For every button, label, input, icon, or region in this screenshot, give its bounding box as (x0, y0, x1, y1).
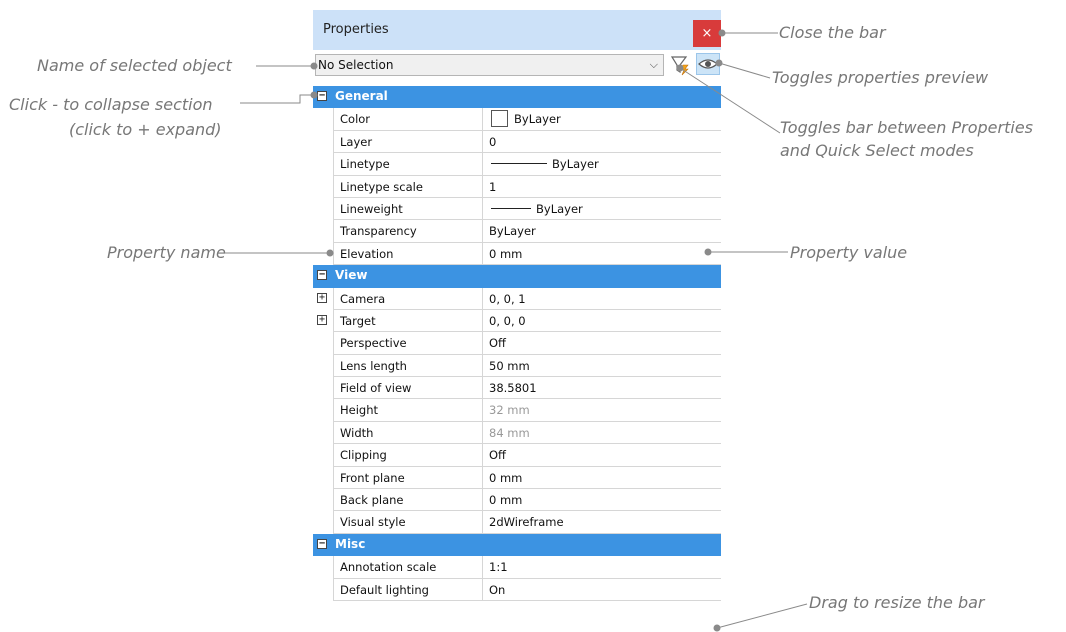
annotation-resize: Drag to resize the bar (809, 593, 985, 612)
annotation-quick-select-line2: and Quick Select modes (780, 141, 974, 160)
annotation-collapse-line1: Click - to collapse section (9, 95, 213, 114)
annotation-preview: Toggles properties preview (772, 68, 989, 87)
annotation-property-value: Property value (790, 243, 908, 262)
annotation-property-name: Property name (107, 243, 226, 262)
annotation-quick-select-line1: Toggles bar between Properties (780, 118, 1033, 137)
annotation-selected-object: Name of selected object (37, 56, 232, 75)
annotation-close: Close the bar (779, 23, 886, 42)
annotation-collapse-line2: (click to + expand) (69, 120, 222, 139)
